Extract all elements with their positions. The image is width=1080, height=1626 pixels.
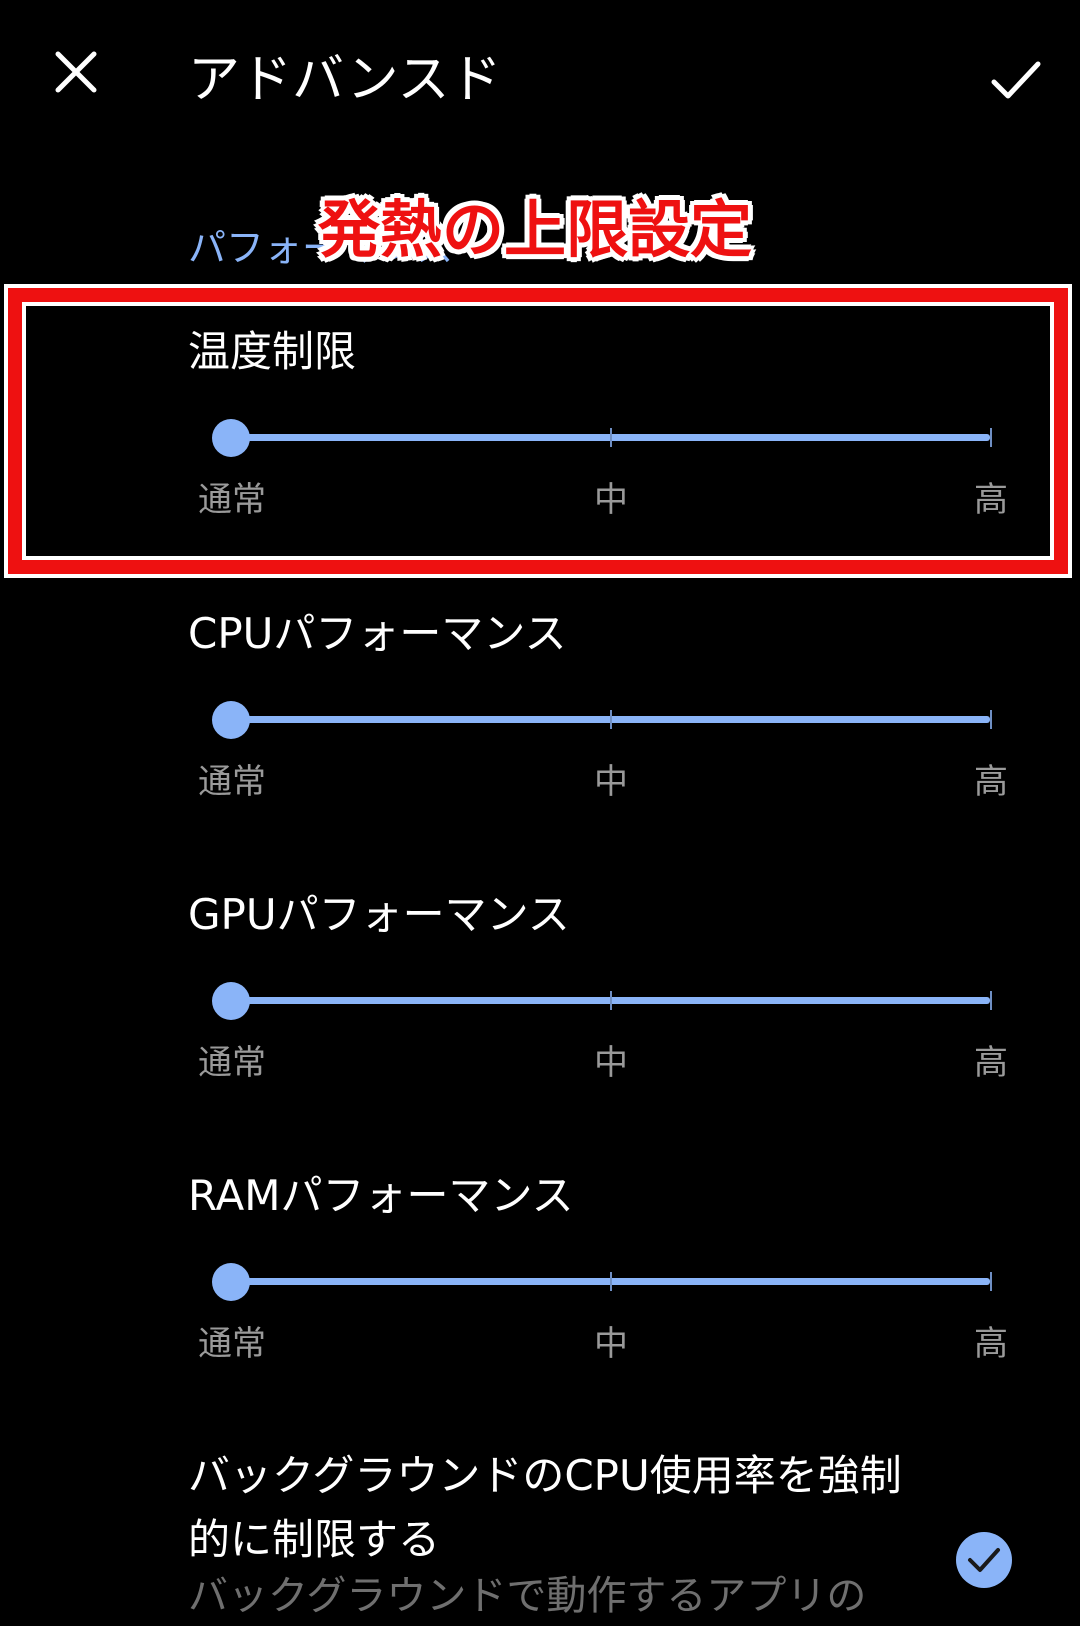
background-cpu-limit-checkbox[interactable] xyxy=(956,1532,1012,1588)
page-title: アドバンスド xyxy=(188,50,502,110)
slider-thumb[interactable] xyxy=(212,701,250,739)
annotation-label: 発熱の上限設定 xyxy=(318,193,753,266)
slider-label-high: 高 xyxy=(974,1324,1008,1364)
setting-gpu-performance: GPUパフォーマンス 通常 中 高 xyxy=(0,885,1080,1125)
slider-label-high: 高 xyxy=(974,762,1008,802)
setting-cpu-performance: CPUパフォーマンス 通常 中 高 xyxy=(0,604,1080,844)
slider-label-medium: 中 xyxy=(594,1324,628,1364)
slider-label-normal: 通常 xyxy=(198,1324,266,1364)
setting-title: 温度制限 xyxy=(188,327,357,376)
slider-label-high: 高 xyxy=(974,480,1008,520)
temperature-limit-slider[interactable] xyxy=(212,418,996,458)
slider-label-medium: 中 xyxy=(594,1043,628,1083)
setting-title: GPUパフォーマンス xyxy=(188,890,570,939)
check-icon xyxy=(991,61,1041,99)
close-button[interactable] xyxy=(44,40,108,104)
slider-tick xyxy=(990,428,992,447)
slider-tick xyxy=(610,1272,612,1291)
confirm-button[interactable] xyxy=(980,48,1052,112)
slider-label-normal: 通常 xyxy=(198,480,266,520)
gpu-performance-slider[interactable] xyxy=(212,981,996,1021)
close-icon xyxy=(55,51,97,93)
cpu-performance-slider[interactable] xyxy=(212,700,996,740)
setting-ram-performance: RAMパフォーマンス 通常 中 高 xyxy=(0,1166,1080,1406)
slider-label-normal: 通常 xyxy=(198,1043,266,1083)
ram-performance-slider[interactable] xyxy=(212,1262,996,1302)
slider-tick xyxy=(990,1272,992,1291)
setting-temperature-limit: 温度制限 通常 中 高 xyxy=(0,322,1080,562)
background-cpu-limit-description: バックグラウンドで動作するアプリの xyxy=(188,1573,867,1619)
slider-thumb[interactable] xyxy=(212,419,250,457)
slider-label-medium: 中 xyxy=(594,480,628,520)
background-cpu-limit-title: バックグラウンドのCPU使用率を強制的に制限する xyxy=(188,1451,902,1564)
slider-thumb[interactable] xyxy=(212,982,250,1020)
slider-tick xyxy=(610,428,612,447)
slider-tick xyxy=(990,991,992,1010)
slider-label-normal: 通常 xyxy=(198,762,266,802)
setting-title: CPUパフォーマンス xyxy=(188,609,567,658)
slider-tick xyxy=(610,710,612,729)
check-icon xyxy=(968,1548,1000,1572)
slider-tick xyxy=(610,991,612,1010)
setting-title: RAMパフォーマンス xyxy=(188,1171,574,1220)
slider-label-high: 高 xyxy=(974,1043,1008,1083)
slider-tick xyxy=(990,710,992,729)
slider-thumb[interactable] xyxy=(212,1263,250,1301)
slider-label-medium: 中 xyxy=(594,762,628,802)
